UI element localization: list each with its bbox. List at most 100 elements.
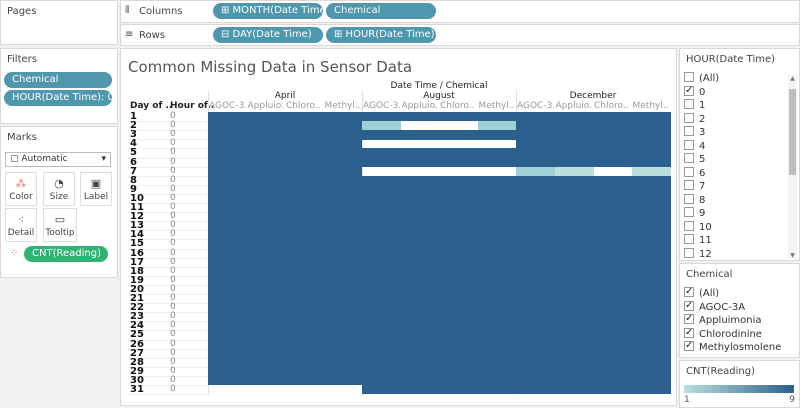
heatmap-cell[interactable] — [208, 266, 247, 277]
hour-filter-item[interactable]: 8 — [684, 193, 705, 207]
hour-filter-checkbox[interactable] — [684, 112, 694, 123]
marks-tooltip-button[interactable]: ▭ Tooltip — [43, 208, 77, 242]
heatmap-cell[interactable] — [631, 203, 671, 213]
heatmap-cell[interactable] — [400, 275, 440, 286]
heatmap-cell[interactable] — [516, 148, 555, 158]
heatmap-cell[interactable] — [208, 121, 247, 131]
heatmap-cell[interactable] — [631, 312, 671, 322]
heatmap-cell[interactable] — [593, 303, 632, 313]
heatmap-cell[interactable] — [554, 157, 594, 167]
heatmap-cell[interactable] — [323, 175, 363, 186]
heatmap-cell[interactable] — [477, 203, 517, 213]
hour-filter-item[interactable]: 12 — [684, 247, 712, 261]
filter-pill-chemical[interactable]: Chemical — [4, 72, 112, 88]
heatmap-cell[interactable] — [285, 112, 324, 122]
hour-filter-item[interactable]: 4 — [684, 139, 705, 153]
heatmap-cell[interactable] — [323, 248, 363, 258]
hour-filter-checkbox[interactable] — [684, 207, 694, 217]
marks-detail-button[interactable]: ⁖ Detail — [5, 208, 37, 242]
heatmap-cell[interactable] — [477, 294, 517, 304]
heatmap-cell[interactable] — [439, 366, 478, 377]
heatmap-cell[interactable] — [477, 357, 517, 368]
heatmap-cell[interactable] — [400, 193, 440, 204]
heatmap-cell[interactable] — [477, 148, 517, 158]
heatmap-cell[interactable] — [246, 248, 286, 258]
heatmap-cell[interactable] — [554, 184, 594, 195]
heatmap-cell[interactable] — [400, 157, 440, 167]
hour-filter-item[interactable]: 5 — [684, 153, 705, 166]
heatmap-cell[interactable] — [593, 339, 632, 349]
chemical-filter-checkbox[interactable] — [684, 312, 694, 325]
heatmap-cell[interactable] — [439, 385, 478, 395]
heatmap-cell[interactable] — [477, 257, 517, 267]
heatmap-cell[interactable] — [362, 275, 401, 286]
heatmap-cell[interactable] — [439, 193, 478, 204]
mark-type-dropdown[interactable]: ▢ Automatic ▾ — [5, 152, 111, 167]
heatmap-cell[interactable] — [400, 203, 440, 213]
heatmap-cell[interactable] — [400, 303, 440, 313]
marks-color-button[interactable]: ⁂ Color — [5, 172, 37, 206]
heatmap-cell[interactable] — [362, 385, 401, 395]
hour-filter-scrollbar[interactable]: ▲ ▼ — [788, 75, 797, 259]
heatmap-cell[interactable] — [554, 166, 594, 176]
heatmap-cell[interactable] — [285, 284, 324, 295]
heatmap-cell[interactable] — [593, 203, 632, 213]
heatmap-cell[interactable] — [516, 339, 555, 349]
heatmap-cell[interactable] — [323, 321, 363, 331]
heatmap-cell[interactable] — [323, 294, 363, 304]
heatmap-cell[interactable] — [285, 230, 324, 240]
heatmap-cell[interactable] — [400, 366, 440, 377]
heatmap-cell[interactable] — [246, 130, 286, 140]
heatmap-cell[interactable] — [439, 321, 478, 331]
heatmap-cell[interactable] — [554, 248, 594, 258]
chemical-filter-checkbox[interactable] — [684, 339, 694, 352]
heatmap-cell[interactable] — [208, 139, 247, 149]
heatmap-cell[interactable] — [362, 230, 401, 240]
month-header[interactable]: December — [516, 91, 670, 101]
heatmap-cell[interactable] — [631, 385, 671, 395]
heatmap-cell[interactable] — [516, 303, 555, 313]
heatmap-cell[interactable] — [246, 339, 286, 349]
heatmap-cell[interactable] — [246, 375, 286, 386]
heatmap-cell[interactable] — [593, 275, 632, 286]
hour-filter-item[interactable]: 11 — [684, 234, 712, 247]
heatmap-cell[interactable] — [323, 221, 363, 231]
heatmap-cell[interactable] — [593, 294, 632, 304]
heatmap-cell[interactable] — [362, 157, 401, 167]
heatmap-cell[interactable] — [477, 121, 517, 131]
heatmap-cell[interactable] — [516, 184, 555, 195]
heatmap-cell[interactable] — [323, 230, 363, 240]
heatmap-cell[interactable] — [208, 275, 247, 286]
hour-filter-checkbox[interactable] — [684, 166, 694, 177]
hour-filter-checkbox[interactable] — [684, 139, 694, 150]
heatmap-cell[interactable] — [593, 184, 632, 195]
heatmap-cell[interactable] — [554, 266, 594, 277]
heatmap-cell[interactable] — [554, 239, 594, 249]
heatmap-cell[interactable] — [323, 266, 363, 277]
heatmap-cell[interactable] — [516, 221, 555, 231]
heatmap-cell[interactable] — [631, 121, 671, 131]
month-header[interactable]: April — [208, 91, 362, 101]
heatmap-cell[interactable] — [400, 212, 440, 222]
heatmap-cell[interactable] — [477, 303, 517, 313]
heatmap-cell[interactable] — [631, 303, 671, 313]
scroll-up-icon[interactable]: ▲ — [788, 75, 797, 82]
heatmap-cell[interactable] — [246, 121, 286, 131]
hour-filter-checkbox[interactable] — [684, 220, 694, 231]
heatmap-cell[interactable] — [516, 321, 555, 331]
hour-filter-checkbox[interactable] — [684, 193, 694, 204]
heatmap-cell[interactable] — [516, 166, 555, 176]
pages-panel[interactable]: Pages — [0, 0, 118, 45]
marks-measure-pill[interactable]: CNT(Reading) — [24, 246, 108, 262]
heatmap-cell[interactable] — [208, 366, 247, 377]
heatmap-cell[interactable] — [400, 339, 440, 349]
heatmap-cell[interactable] — [516, 312, 555, 322]
heatmap-cell[interactable] — [516, 239, 555, 249]
hour-filter-checkbox[interactable] — [684, 180, 694, 190]
heatmap-cell[interactable] — [516, 257, 555, 267]
heatmap-cell[interactable] — [516, 330, 555, 340]
heatmap-cell[interactable] — [323, 193, 363, 204]
heatmap-cell[interactable] — [477, 175, 517, 186]
heatmap-cell[interactable] — [554, 375, 594, 386]
heatmap-cell[interactable] — [362, 284, 401, 295]
